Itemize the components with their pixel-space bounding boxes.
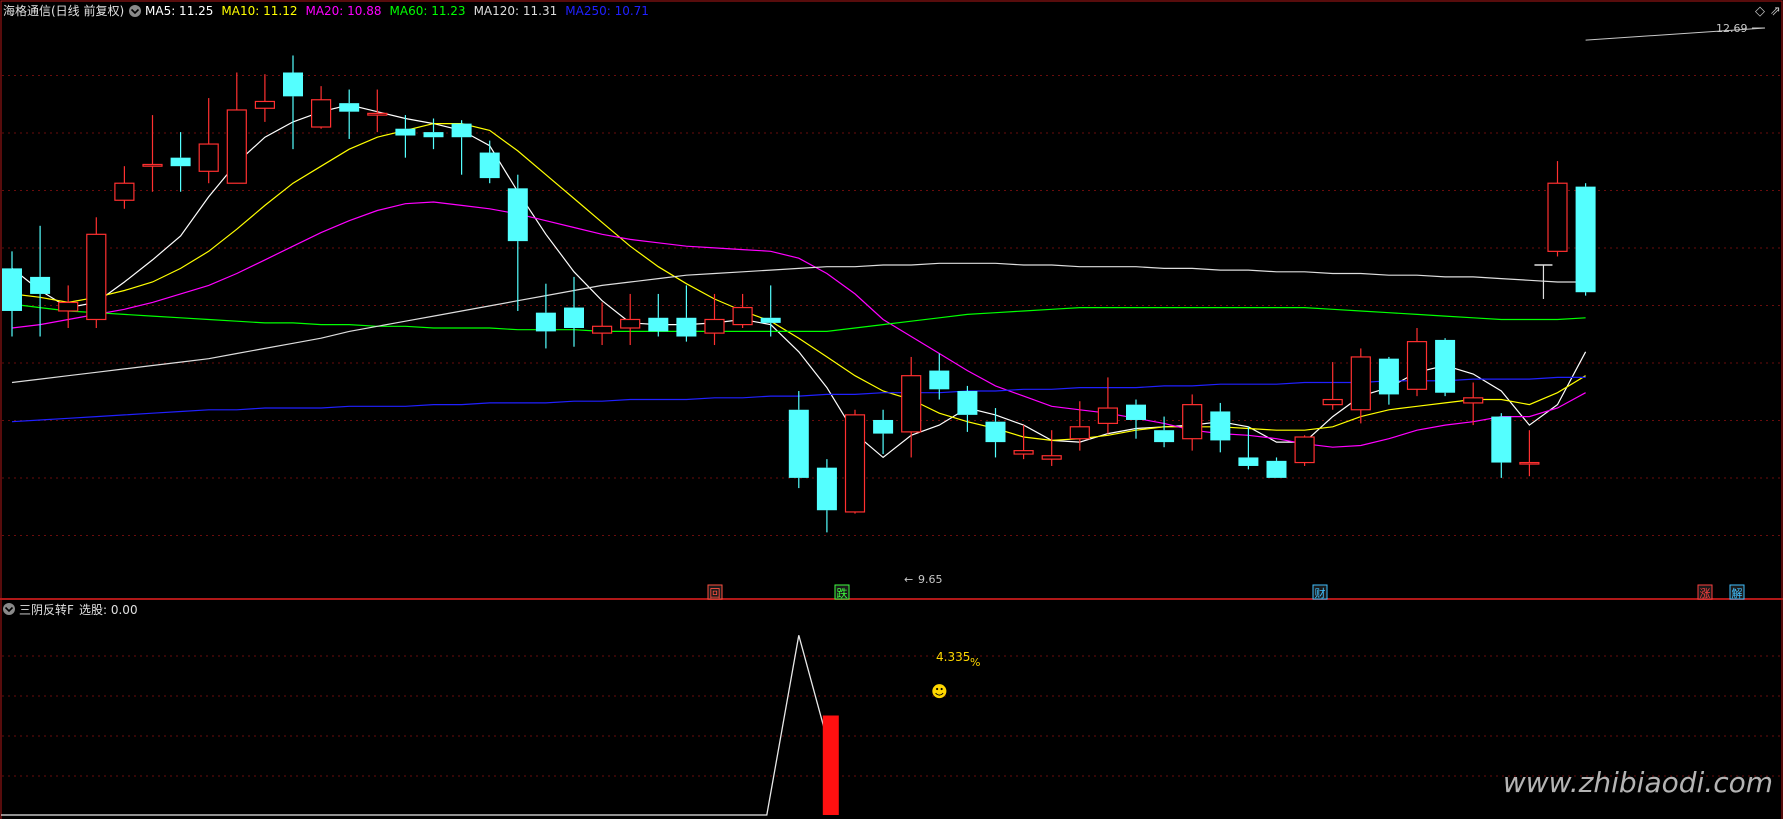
candle (985, 408, 1006, 458)
signal-bar (822, 715, 839, 815)
indicator-grid (2, 655, 1781, 777)
candle (676, 285, 697, 342)
candle (1182, 394, 1203, 451)
low-arrow: ← (904, 573, 913, 586)
candle (1294, 435, 1315, 466)
candle (816, 459, 837, 533)
candle (1378, 356, 1399, 405)
svg-text:涨: 涨 (1700, 587, 1711, 600)
expand-icon[interactable]: ⇗ (1770, 4, 1781, 19)
candle (86, 217, 107, 328)
candle (254, 74, 275, 122)
candle (1097, 377, 1119, 434)
candle (226, 72, 247, 184)
diamond-icon[interactable]: ◇ (1755, 4, 1765, 19)
svg-text:财: 财 (1315, 586, 1326, 600)
candle (507, 174, 528, 311)
ma-legend-item: MA10: 11.12 (221, 4, 297, 18)
candle (1013, 425, 1034, 460)
candle (1435, 338, 1456, 397)
candle (901, 356, 922, 458)
candle (1041, 430, 1062, 466)
indicator-value: 选股: 0.00 (79, 603, 138, 617)
ma-legend-item: MA20: 10.88 (305, 4, 381, 18)
ma-line-ma120 (11, 262, 1586, 384)
ma-legend: MA5: 11.25 MA10: 11.12 MA20: 10.88 MA60: 11… (145, 4, 649, 18)
event-marker[interactable]: 跌 (834, 584, 850, 600)
ma-legend-item: MA250: 10.71 (565, 4, 649, 18)
candle (142, 115, 163, 192)
ma-line-ma60 (11, 303, 1586, 332)
candle (367, 89, 388, 133)
main-grid (2, 75, 1781, 536)
candle (1463, 382, 1484, 426)
low-label: 9.65 (918, 573, 943, 586)
chevron-down-icon[interactable] (3, 603, 15, 615)
candle (760, 285, 781, 337)
candle (58, 285, 79, 328)
high-label: 12.69 (1716, 22, 1748, 35)
candle (620, 293, 641, 346)
indicator-header: 三阴反转F 选股: 0.00 (3, 602, 138, 617)
candle (535, 283, 556, 349)
chart-title: 海格通信(日线 前复权) (3, 3, 124, 18)
ma-legend-item: MA5: 11.25 (145, 4, 213, 18)
candle (1210, 402, 1231, 453)
indicator-title: 三阴反转F (19, 602, 74, 617)
percent-sign: % (970, 656, 980, 669)
high-marker: 12.69 (1716, 22, 1765, 35)
candle (311, 86, 332, 129)
candle (1491, 413, 1512, 478)
ma-legend-item: MA60: 11.23 (390, 4, 466, 18)
candle (591, 302, 613, 346)
chart-header: 海格通信(日线 前复权) MA5: 11.25 MA10: 11.12 MA20: … (3, 3, 649, 18)
candle (1154, 416, 1175, 448)
candle (170, 132, 191, 192)
candle (1126, 399, 1146, 439)
event-marker[interactable]: 解 (1729, 584, 1745, 600)
event-markers: 回跌财涨解 (707, 584, 1745, 600)
chevron-down-icon[interactable] (129, 5, 141, 17)
svg-text:跌: 跌 (837, 586, 848, 600)
percent-value: 4.335 (936, 650, 970, 664)
candle (732, 293, 753, 328)
candle (873, 409, 894, 455)
candle (1322, 362, 1343, 410)
svg-text:解: 解 (1732, 586, 1743, 600)
candle (1575, 183, 1596, 296)
candle (1350, 348, 1371, 424)
smiley-icon: ☻ (931, 682, 948, 701)
svg-text:回: 回 (710, 587, 721, 600)
candle (1266, 457, 1287, 478)
candle (451, 120, 472, 175)
candle (1406, 327, 1428, 397)
watermark: www.zhibiaodi.com (1503, 766, 1773, 799)
candle (2, 251, 22, 337)
candle (30, 225, 51, 337)
candle (1547, 161, 1568, 257)
candle (788, 391, 809, 489)
candle (844, 409, 866, 514)
candle (339, 89, 360, 139)
candle (957, 385, 978, 432)
candle (283, 55, 303, 150)
indicator-line (1, 635, 832, 816)
ma-legend-item: MA120: 11.31 (474, 4, 558, 18)
event-marker[interactable]: 财 (1312, 584, 1328, 600)
candle (1238, 426, 1259, 470)
event-marker[interactable]: 回 (707, 584, 723, 600)
candle (395, 115, 416, 158)
stock-chart: 海格通信(日线 前复权) MA5: 11.25 MA10: 11.12 MA20: … (0, 0, 1783, 819)
candle (114, 166, 135, 209)
candle (479, 140, 500, 184)
candle (648, 293, 669, 337)
candle (564, 276, 584, 347)
low-marker: ← 9.65 (904, 573, 943, 586)
candle (1519, 430, 1540, 477)
event-marker[interactable]: 涨 (1697, 584, 1713, 600)
indicator-plot (1, 635, 839, 816)
candle (198, 98, 219, 184)
